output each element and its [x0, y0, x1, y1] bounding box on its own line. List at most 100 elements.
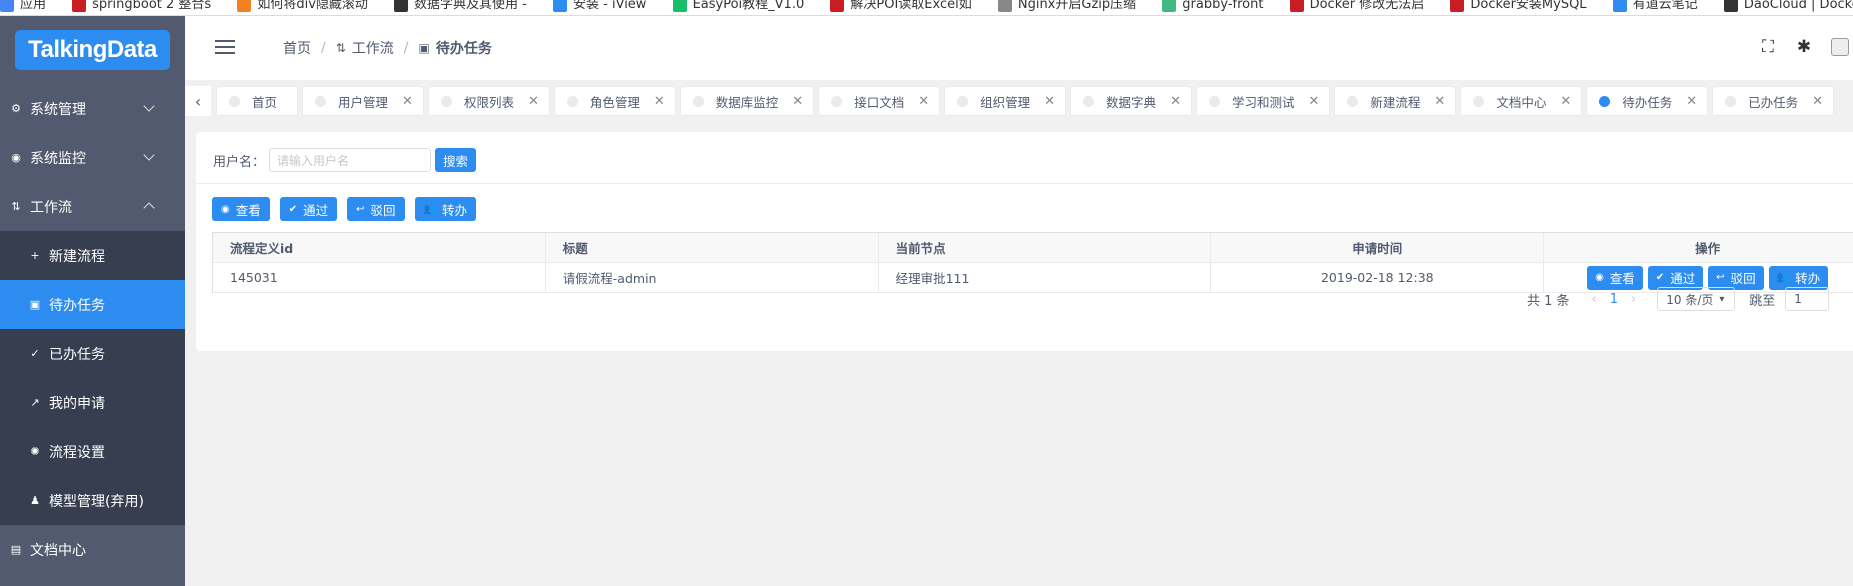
site-icon — [1723, 0, 1738, 12]
tag-org-management[interactable]: 组织管理 ✕ — [944, 86, 1067, 116]
tag-todo-tasks[interactable]: 待办任务 ✕ — [1586, 86, 1709, 116]
sidebar-item-my-applications[interactable]: ↗ 我的申请 — [0, 378, 185, 427]
bookmark[interactable]: grabby-front — [1162, 0, 1263, 12]
cell-node: 经理审批111 — [878, 263, 1212, 293]
username-search-input[interactable]: 请输入用户名 — [269, 148, 432, 172]
sidebar-item-label: 系统管理 — [30, 101, 86, 118]
breadcrumb-separator: / — [321, 40, 326, 56]
close-icon[interactable]: ✕ — [792, 94, 803, 109]
column-header[interactable]: 流程定义id — [213, 233, 546, 263]
row-reject-button[interactable]: ↩ 驳回 — [1708, 265, 1764, 290]
breadcrumb-workflow[interactable]: 工作流 — [352, 38, 394, 58]
sidebar-item-label: 待办任务 — [49, 297, 105, 314]
bookmark[interactable]: Docker安装MySQL — [1450, 0, 1587, 12]
chevron-down-icon — [143, 149, 155, 161]
avatar[interactable] — [1831, 38, 1849, 56]
search-button[interactable]: 搜索 — [435, 148, 477, 172]
site-icon — [830, 0, 845, 12]
page-size-select[interactable]: 10 条/页 ▾ — [1657, 287, 1736, 311]
breadcrumb-home[interactable]: 首页 — [283, 38, 311, 58]
row-actions: ◉ 查看 ✔ 通过 ↩ 驳回 👥 转办 — [1587, 265, 1829, 290]
bookmark[interactable]: 解决POI读取Excel如 — [830, 0, 972, 12]
page-jump-input[interactable]: 1 — [1785, 287, 1830, 311]
search-form: 用户名： 请输入用户名 搜索 — [213, 148, 477, 172]
bookmark[interactable]: 有道云笔记 — [1612, 0, 1698, 12]
pass-button[interactable]: ✔ 通过 — [279, 197, 338, 221]
column-header[interactable]: 申请时间 — [1211, 233, 1545, 263]
sidebar-item-done-tasks[interactable]: ✓ 已办任务 — [0, 329, 185, 378]
page-number[interactable]: 1 — [1610, 292, 1618, 307]
cell-process-id: 145031 — [213, 263, 546, 293]
close-icon[interactable]: ✕ — [654, 94, 665, 109]
close-icon[interactable]: ✕ — [1434, 94, 1445, 109]
chevron-right-icon[interactable]: › — [1631, 292, 1636, 307]
row-view-button[interactable]: ◉ 查看 — [1587, 265, 1643, 290]
cell-title: 请假流程-admin — [545, 263, 879, 293]
bookmark[interactable]: 安装 - iView — [553, 0, 646, 12]
close-icon[interactable]: ✕ — [1044, 94, 1055, 109]
bookmark[interactable]: EasyPoi教程_V1.0 — [672, 0, 804, 12]
bookmark[interactable]: 应用 — [0, 0, 46, 12]
header: 首页 / ⇅ 工作流 / ▣ 待办任务 ⛶ ✱ — [185, 16, 1853, 80]
workflow-submenu: + 新建流程 ▣ 待办任务 ✓ 已办任务 ↗ 我的申请 ✺ 流程设置 ♟ 模型管… — [0, 231, 185, 525]
breadcrumb: 首页 / ⇅ 工作流 / ▣ 待办任务 — [283, 38, 492, 58]
close-icon[interactable]: ✕ — [528, 94, 539, 109]
sidebar-item-label: 新建流程 — [49, 248, 105, 265]
pagination: 共 1 条 ‹ 1 › 10 条/页 ▾ 跳至 1 — [1527, 287, 1830, 311]
close-icon[interactable]: ✕ — [918, 94, 929, 109]
eye-icon: ◉ — [1595, 272, 1604, 283]
close-icon[interactable]: ✕ — [1812, 94, 1823, 109]
tag-new-process[interactable]: 新建流程 ✕ — [1334, 86, 1457, 116]
fullscreen-icon[interactable]: ⛶ — [1759, 37, 1777, 57]
reject-button[interactable]: ↩ 驳回 — [347, 197, 405, 221]
site-icon — [672, 0, 687, 12]
sidebar-item-workflow[interactable]: ⇅ 工作流 — [0, 182, 185, 231]
bookmark[interactable]: 如何将div隐藏滚动 — [237, 0, 368, 12]
tag-done-tasks[interactable]: 已办任务 ✕ — [1712, 86, 1835, 116]
tag-permission-list[interactable]: 权限列表 ✕ — [427, 86, 550, 116]
close-icon[interactable]: ✕ — [1308, 94, 1319, 109]
sidebar-item-document-center[interactable]: ▤ 文档中心 — [0, 525, 185, 574]
sidebar-item-system-monitor[interactable]: ◉ 系统监控 — [0, 133, 185, 182]
tag-dot-icon — [1347, 95, 1359, 107]
tag-api-docs[interactable]: 接口文档 ✕ — [818, 86, 941, 116]
column-header[interactable]: 标题 — [545, 233, 879, 263]
sidebar-item-process-settings[interactable]: ✺ 流程设置 — [0, 427, 185, 476]
view-button[interactable]: ◉ 查看 — [212, 197, 270, 221]
toolbar: ◉ 查看 ✔ 通过 ↩ 驳回 👥 转办 — [212, 197, 477, 221]
transfer-button[interactable]: 👥 转办 — [414, 197, 477, 221]
tags-list: 首页 用户管理 ✕ 权限列表 ✕ 角色管理 ✕ 数据库监控 ✕ 接口文档 ✕ 组织管理 ✕ … — [216, 86, 1838, 116]
bookmark[interactable]: 数据字典及其使用 - — [394, 0, 527, 12]
sidebar-item-todo-tasks[interactable]: ▣ 待办任务 — [0, 280, 185, 329]
bookmark[interactable]: DaoCloud | Docker — [1723, 0, 1853, 12]
bookmark[interactable]: springboot 2 整合s — [72, 0, 211, 12]
tag-dot-icon — [831, 95, 843, 107]
tag-learn-test[interactable]: 学习和测试 ✕ — [1195, 86, 1331, 116]
tag-dot-icon — [1725, 95, 1737, 107]
menu-toggle-icon[interactable] — [215, 40, 235, 54]
row-transfer-button[interactable]: 👥 转办 — [1768, 265, 1829, 290]
close-icon[interactable]: ✕ — [1560, 94, 1571, 109]
row-pass-button[interactable]: ✔ 通过 — [1647, 265, 1704, 290]
site-icon — [553, 0, 568, 12]
tag-home[interactable]: 首页 — [216, 86, 299, 116]
close-icon[interactable]: ✕ — [402, 94, 413, 109]
close-icon[interactable]: ✕ — [1170, 94, 1181, 109]
tag-role-management[interactable]: 角色管理 ✕ — [553, 86, 676, 116]
settings-icon: ✺ — [30, 445, 40, 458]
sidebar-item-new-process[interactable]: + 新建流程 — [0, 231, 185, 280]
chevron-left-icon[interactable]: ‹ — [1592, 292, 1597, 307]
tag-data-dictionary[interactable]: 数据字典 ✕ — [1070, 86, 1192, 116]
close-icon[interactable]: ✕ — [1686, 94, 1697, 109]
bookmark[interactable]: Nginx开启Gzip压缩 — [997, 0, 1136, 12]
column-header[interactable]: 当前节点 — [878, 233, 1212, 263]
logo[interactable]: TalkingData — [15, 30, 170, 70]
chevron-left-icon[interactable]: ‹ — [185, 86, 211, 116]
tag-document-center[interactable]: 文档中心 ✕ — [1460, 86, 1583, 116]
sidebar-item-model-management[interactable]: ♟ 模型管理(弃用) — [0, 476, 185, 525]
sidebar-item-system-management[interactable]: ⚙ 系统管理 — [0, 84, 185, 133]
tag-user-management[interactable]: 用户管理 ✕ — [302, 86, 424, 116]
bookmark[interactable]: Docker 修改无法启 — [1289, 0, 1424, 12]
tag-database-monitor[interactable]: 数据库监控 ✕ — [679, 86, 815, 116]
bug-icon[interactable]: ✱ — [1795, 37, 1813, 57]
